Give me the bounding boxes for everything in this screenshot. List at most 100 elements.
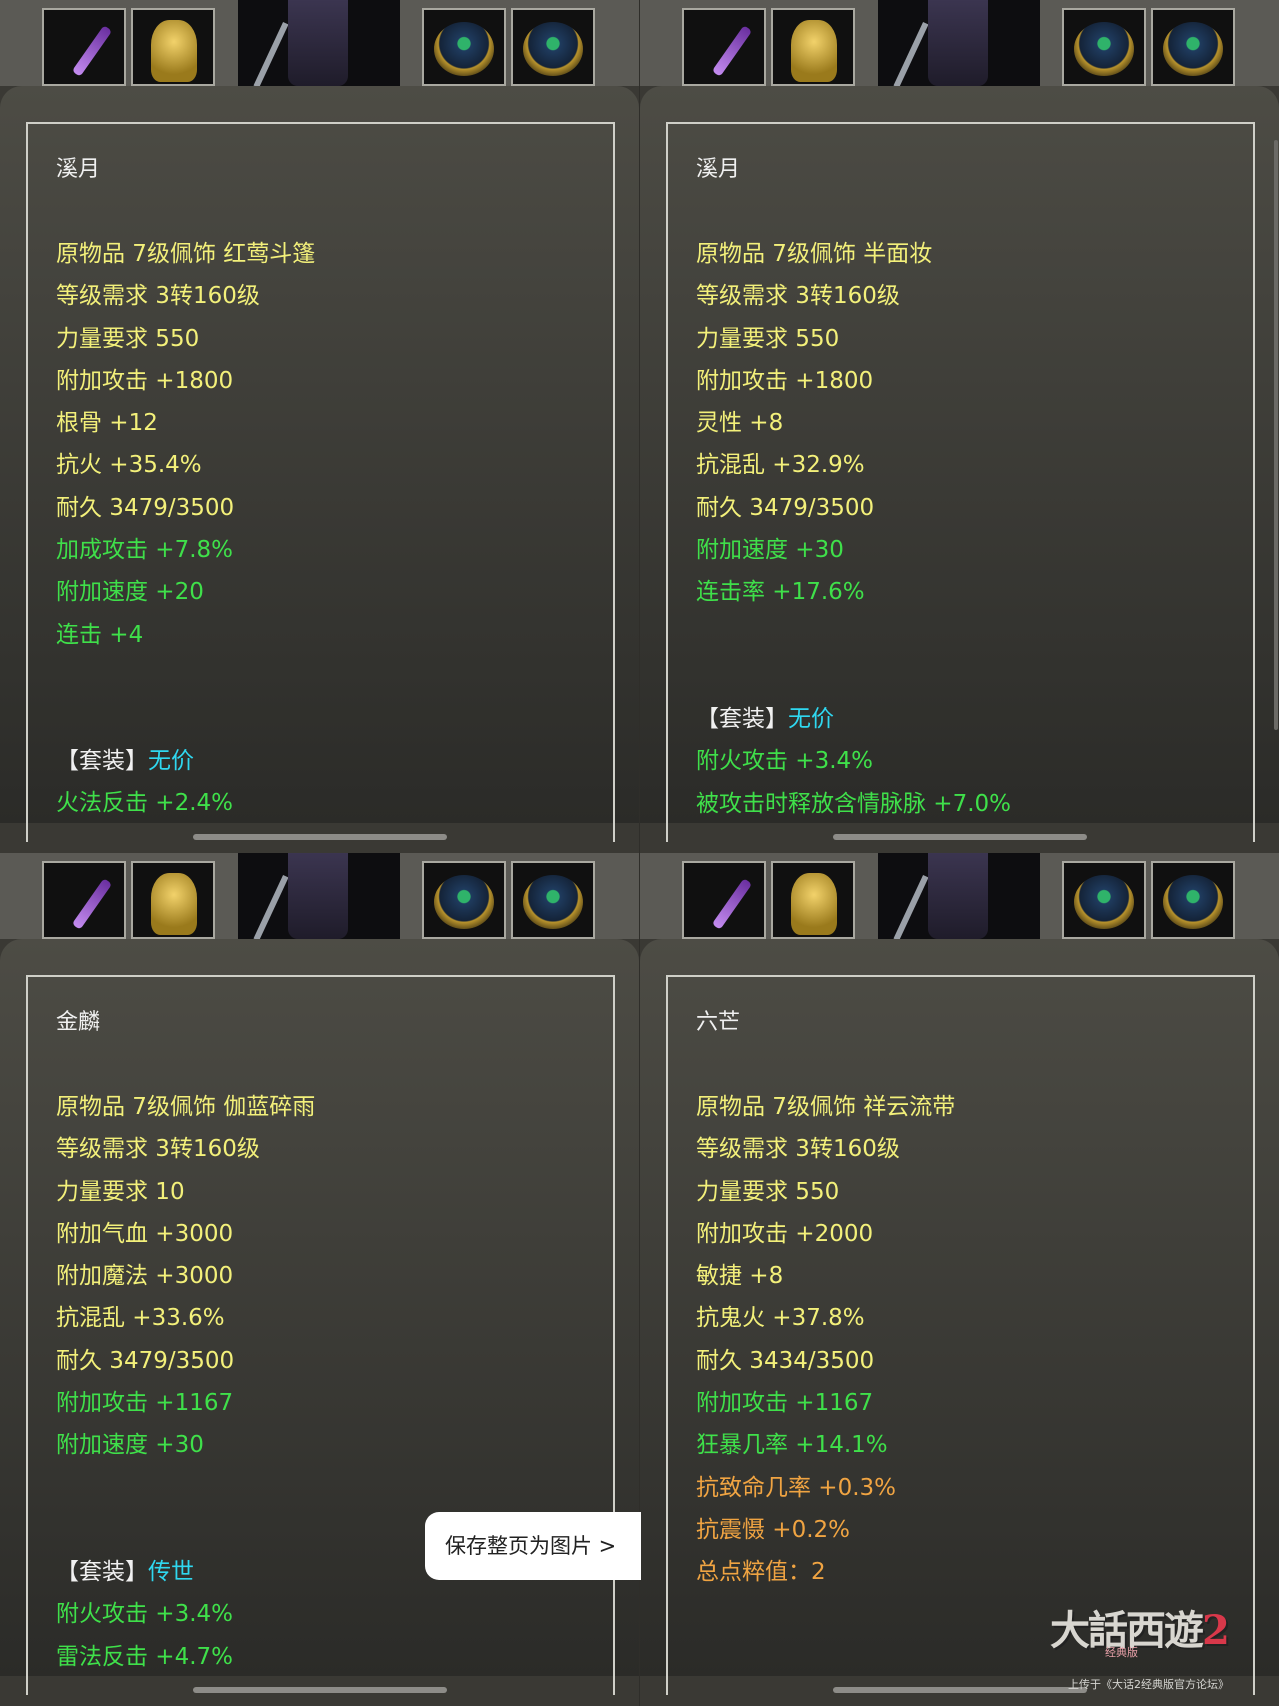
attribute-line: 附加攻击 +1167	[696, 1390, 874, 1417]
weapon-slot[interactable]	[682, 861, 766, 939]
armor-slot[interactable]	[771, 861, 855, 939]
attribute-line: 灵性 +8	[696, 410, 784, 437]
attribute-line: 根骨 +12	[56, 410, 158, 437]
attribute-line: 耐久 3434/3500	[696, 1347, 875, 1374]
character-portrait	[238, 0, 400, 88]
ring-icon	[1074, 875, 1134, 929]
suit-line: 附火攻击 +3.4%	[56, 1601, 234, 1628]
ring-icon	[434, 22, 494, 76]
logo-number: 2	[1202, 1607, 1230, 1654]
item-name: 溪月	[696, 157, 741, 182]
game-logo: 大話西遊2 经典版	[1050, 1598, 1250, 1659]
armor-icon	[791, 20, 837, 82]
attribute-line: 原物品 7级佩饰 祥云流带	[696, 1094, 956, 1120]
attribute-line: 狂暴几率 +14.1%	[696, 1432, 888, 1459]
ring-icon	[1163, 22, 1223, 76]
item-card-2: 溪月 原物品 7级佩饰 半面妆 等级需求 3转160级 力量要求 550 附加攻…	[640, 0, 1279, 853]
attribute-line: 附加攻击 +1800	[56, 367, 234, 394]
attribute-line: 耐久 3479/3500	[696, 494, 875, 521]
item-name: 金麟	[56, 1010, 101, 1035]
drag-handle[interactable]	[833, 834, 1087, 840]
weapon-slot[interactable]	[42, 8, 126, 86]
attribute-line: 总点粹值：2	[696, 1559, 826, 1586]
save-page-as-image-button[interactable]: 保存整页为图片 >	[425, 1512, 641, 1580]
item-tooltip: 溪月 原物品 7级佩饰 红莺斗篷 等级需求 3转160级 力量要求 550 附加…	[0, 86, 639, 842]
item-tooltip: 六芒 原物品 7级佩饰 祥云流带 等级需求 3转160级 力量要求 550 附加…	[640, 939, 1279, 1695]
attribute-line: 抗火 +35.4%	[56, 452, 202, 479]
suit-section: 【套装】无价 附火攻击 +3.4% 被攻击时释放含情脉脉 +7.0%	[696, 698, 1011, 825]
attribute-line: 抗鬼火 +37.8%	[696, 1305, 865, 1332]
ring-slot-2[interactable]	[511, 8, 595, 86]
drag-handle[interactable]	[193, 834, 447, 840]
suit-line: 附火攻击 +3.4%	[696, 748, 874, 775]
weapon-slot[interactable]	[682, 8, 766, 86]
ring-slot-1[interactable]	[422, 861, 506, 939]
attribute-line: 力量要求 550	[696, 325, 840, 352]
attribute-line: 力量要求 550	[56, 325, 200, 352]
sword-icon	[71, 25, 113, 77]
weapon-slot[interactable]	[42, 861, 126, 939]
attribute-line: 抗致命几率 +0.3%	[696, 1474, 897, 1501]
ring-icon	[1074, 22, 1134, 76]
character-portrait	[878, 0, 1040, 88]
attribute-line: 附加攻击 +2000	[696, 1220, 874, 1247]
suit-title: 【套装】无价	[56, 748, 194, 774]
attribute-line: 等级需求 3转160级	[696, 1136, 900, 1163]
attribute-line: 附加攻击 +1800	[696, 367, 874, 394]
attribute-line: 附加速度 +30	[56, 1432, 204, 1459]
item-card-1: 溪月 原物品 7级佩饰 红莺斗篷 等级需求 3转160级 力量要求 550 附加…	[0, 0, 639, 853]
ring-icon	[434, 875, 494, 929]
item-name: 溪月	[56, 157, 101, 182]
armor-slot[interactable]	[131, 861, 215, 939]
attribute-line: 等级需求 3转160级	[56, 283, 260, 310]
item-name: 六芒	[696, 1010, 741, 1035]
suit-line: 被攻击时释放含情脉脉 +7.0%	[696, 790, 1012, 817]
attribute-line: 抗混乱 +32.9%	[696, 452, 865, 479]
attribute-line: 附加速度 +30	[696, 537, 844, 564]
ring-slot-2[interactable]	[511, 861, 595, 939]
attribute-list: 原物品 7级佩饰 红莺斗篷 等级需求 3转160级 力量要求 550 附加攻击 …	[56, 233, 315, 656]
ring-slot-1[interactable]	[1062, 8, 1146, 86]
attribute-line: 原物品 7级佩饰 半面妆	[696, 241, 933, 267]
suit-line: 火法反击 +2.4%	[56, 790, 234, 817]
attribute-line: 抗混乱 +33.6%	[56, 1305, 225, 1332]
attribute-line: 加成攻击 +7.8%	[56, 537, 234, 564]
upload-credit: 上传于《大话2经典版官方论坛》	[1068, 1678, 1229, 1691]
suit-title: 【套装】传世	[56, 1559, 194, 1585]
armor-icon	[791, 873, 837, 935]
logo-subtitle: 经典版	[1105, 1646, 1138, 1659]
attribute-line: 原物品 7级佩饰 红莺斗篷	[56, 241, 316, 267]
attribute-line: 连击率 +17.6%	[696, 579, 865, 606]
ring-slot-1[interactable]	[1062, 861, 1146, 939]
attribute-line: 耐久 3479/3500	[56, 1347, 235, 1374]
armor-slot[interactable]	[771, 8, 855, 86]
equipment-strip	[0, 0, 639, 88]
equipment-strip	[640, 0, 1279, 88]
attribute-line: 耐久 3479/3500	[56, 494, 235, 521]
armor-icon	[151, 873, 197, 935]
drag-handle[interactable]	[833, 1687, 1087, 1693]
armor-slot[interactable]	[131, 8, 215, 86]
character-portrait	[238, 853, 400, 941]
item-tooltip: 溪月 原物品 7级佩饰 半面妆 等级需求 3转160级 力量要求 550 附加攻…	[640, 86, 1279, 842]
ring-slot-2[interactable]	[1151, 8, 1235, 86]
attribute-list: 原物品 7级佩饰 伽蓝碎雨 等级需求 3转160级 力量要求 10 附加气血 +…	[56, 1086, 315, 1467]
ring-icon	[523, 875, 583, 929]
attribute-line: 连击 +4	[56, 621, 144, 648]
attribute-line: 等级需求 3转160级	[696, 283, 900, 310]
attribute-line: 原物品 7级佩饰 伽蓝碎雨	[56, 1094, 316, 1120]
character-portrait	[878, 853, 1040, 941]
scrollbar[interactable]	[1274, 140, 1278, 730]
attribute-line: 附加速度 +20	[56, 579, 204, 606]
attribute-list: 原物品 7级佩饰 半面妆 等级需求 3转160级 力量要求 550 附加攻击 +…	[696, 233, 932, 614]
ring-slot-2[interactable]	[1151, 861, 1235, 939]
ring-slot-1[interactable]	[422, 8, 506, 86]
attribute-line: 敏捷 +8	[696, 1263, 784, 1290]
attribute-line: 抗震慑 +0.2%	[696, 1516, 851, 1543]
sword-icon	[711, 878, 753, 930]
attribute-line: 力量要求 10	[56, 1178, 185, 1205]
drag-handle[interactable]	[193, 1687, 447, 1693]
ring-icon	[1163, 875, 1223, 929]
attribute-line: 附加气血 +3000	[56, 1220, 234, 1247]
sword-icon	[711, 25, 753, 77]
